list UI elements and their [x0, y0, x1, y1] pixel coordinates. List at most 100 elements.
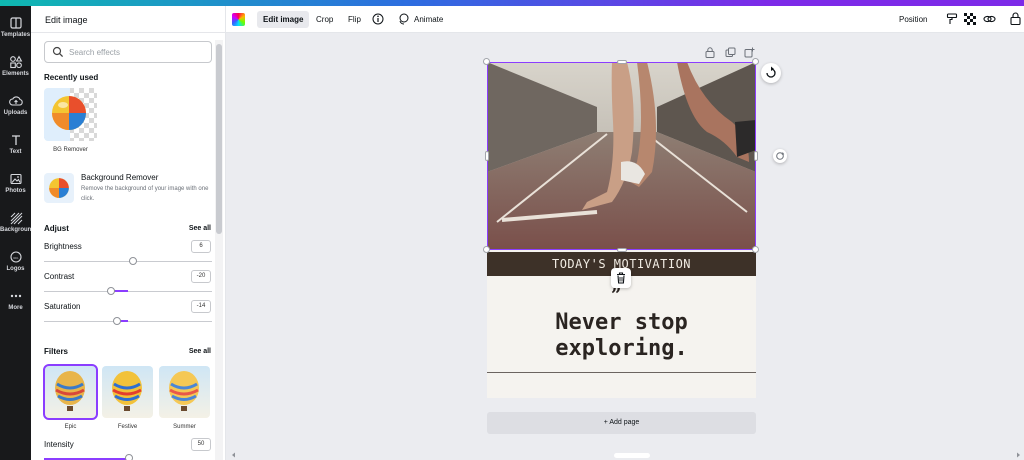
recently-used-heading: Recently used — [44, 73, 99, 82]
rail-item-background[interactable]: Background — [0, 211, 36, 233]
intensity-value[interactable]: 50 — [191, 438, 211, 451]
rotate-button[interactable] — [761, 63, 781, 83]
svg-text:co.: co. — [13, 255, 18, 260]
rotate-handle[interactable] — [773, 149, 787, 163]
contrast-track[interactable] — [44, 291, 212, 292]
lock-page-icon[interactable] — [705, 47, 715, 58]
background-remover-title[interactable]: Background Remover — [81, 173, 158, 182]
position-button[interactable]: Position — [893, 11, 933, 28]
resize-handle-left[interactable] — [485, 151, 489, 161]
filters-see-all-link[interactable]: See all — [189, 348, 211, 355]
duplicate-page-icon[interactable] — [725, 47, 736, 58]
rail-item-elements[interactable]: Elements — [0, 55, 31, 77]
resize-handle-bottom-right[interactable] — [752, 246, 759, 253]
flip-button[interactable]: Flip — [342, 11, 367, 28]
beach-ball-icon — [49, 178, 69, 198]
panel-scrollbar-thumb[interactable] — [216, 44, 222, 234]
panel-title: Edit image — [45, 15, 88, 25]
transparency-icon[interactable] — [964, 13, 976, 25]
brightness-track[interactable] — [44, 261, 212, 262]
motivation-photo[interactable] — [487, 62, 756, 250]
background-remover-description: Remove the background of your image with… — [81, 186, 209, 202]
resize-handle-top-right[interactable] — [752, 58, 759, 65]
rail-item-templates[interactable]: Templates — [0, 16, 31, 38]
saturation-track[interactable] — [44, 321, 212, 322]
text-icon — [11, 135, 20, 145]
saturation-label: Saturation — [44, 302, 81, 311]
design-page[interactable]: TODAY'S MOTIVATION ” Never stop explorin… — [487, 62, 756, 398]
filter-festive-thumbnail[interactable] — [102, 366, 153, 418]
rail-item-photos[interactable]: Photos — [0, 172, 31, 194]
filter-summer-thumbnail[interactable] — [159, 366, 210, 418]
runner-photo-image — [487, 62, 756, 250]
rail-label-elements: Elements — [2, 71, 29, 77]
edit-image-panel: Edit image Recently used BG Remover Back… — [31, 6, 226, 460]
bg-remover-label: BG Remover — [53, 147, 88, 153]
beach-ball-icon — [52, 96, 86, 130]
adjust-see-all-link[interactable]: See all — [189, 225, 211, 232]
filter-festive-label: Festive — [117, 424, 138, 430]
search-effects-input[interactable] — [69, 45, 209, 60]
saturation-value[interactable]: -14 — [191, 300, 211, 313]
quote-text[interactable]: Never stop exploring. — [487, 310, 756, 362]
contrast-value[interactable]: -20 — [191, 270, 211, 283]
rail-label-more: More — [8, 305, 23, 311]
rail-item-text[interactable]: Text — [0, 133, 31, 155]
hot-air-balloon-icon — [112, 371, 142, 411]
rail-label-text: Text — [9, 149, 22, 155]
resize-handle-top[interactable] — [617, 60, 627, 64]
filter-epic-label: Epic — [64, 424, 77, 430]
templates-icon — [9, 17, 22, 29]
resize-handle-right[interactable] — [754, 151, 758, 161]
add-page-icon[interactable] — [744, 47, 755, 58]
uploads-icon — [8, 96, 23, 106]
rail-label-logos: Logos — [6, 266, 25, 272]
color-picker-swatch[interactable] — [232, 13, 245, 26]
contrast-label: Contrast — [44, 272, 75, 281]
saturation-slider-knob[interactable] — [113, 317, 121, 325]
panel-divider — [31, 32, 225, 33]
rotate-icon — [766, 66, 776, 78]
crop-button[interactable]: Crop — [310, 11, 339, 28]
delete-button[interactable] — [611, 268, 631, 288]
search-effects-field[interactable] — [44, 41, 212, 63]
filter-summer-label: Summer — [173, 424, 196, 430]
info-icon[interactable] — [372, 13, 384, 25]
rail-label-photos: Photos — [5, 188, 26, 194]
rail-item-more[interactable]: More — [0, 289, 31, 311]
rail-label-background: Background — [0, 227, 36, 233]
adjust-heading: Adjust — [44, 224, 69, 233]
more-icon — [10, 294, 21, 298]
left-rail: Templates Elements Uploads Text Photos B… — [0, 6, 36, 460]
hot-air-balloon-icon — [169, 371, 199, 411]
filter-epic-thumbnail[interactable] — [43, 364, 98, 420]
hot-air-balloon-icon — [55, 371, 85, 411]
filters-heading: Filters — [44, 347, 69, 356]
resize-handle-top-left[interactable] — [483, 58, 490, 65]
top-toolbar: Edit image Crop Flip Animate Position — [226, 6, 1024, 33]
rail-item-uploads[interactable]: Uploads — [0, 94, 31, 116]
intensity-slider-knob[interactable] — [125, 454, 133, 460]
add-page-button[interactable]: + Add page — [487, 412, 756, 434]
intensity-label: Intensity — [44, 440, 74, 449]
background-remover-thumbnail[interactable] — [44, 173, 74, 203]
brightness-label: Brightness — [44, 242, 82, 251]
resize-handle-bottom-left[interactable] — [483, 246, 490, 253]
lock-icon[interactable] — [1010, 12, 1021, 25]
brightness-slider-knob[interactable] — [129, 257, 137, 265]
paint-roller-icon[interactable] — [946, 13, 958, 25]
trash-icon — [617, 272, 625, 284]
rail-label-templates: Templates — [0, 32, 31, 38]
background-icon — [10, 212, 22, 225]
rail-label-uploads: Uploads — [3, 110, 28, 116]
contrast-slider-knob[interactable] — [107, 287, 115, 295]
rail-item-logos[interactable]: co. Logos — [0, 250, 31, 272]
bg-remover-thumbnail[interactable] — [44, 88, 97, 141]
animate-button[interactable]: Animate — [408, 11, 449, 28]
brightness-value[interactable]: 6 — [191, 240, 211, 253]
edit-image-button[interactable]: Edit image — [257, 11, 310, 28]
horizontal-scrollbar[interactable] — [231, 452, 1021, 458]
quote-mark[interactable]: ” — [611, 287, 621, 305]
resize-handle-bottom[interactable] — [617, 248, 627, 252]
link-icon[interactable] — [983, 13, 996, 25]
